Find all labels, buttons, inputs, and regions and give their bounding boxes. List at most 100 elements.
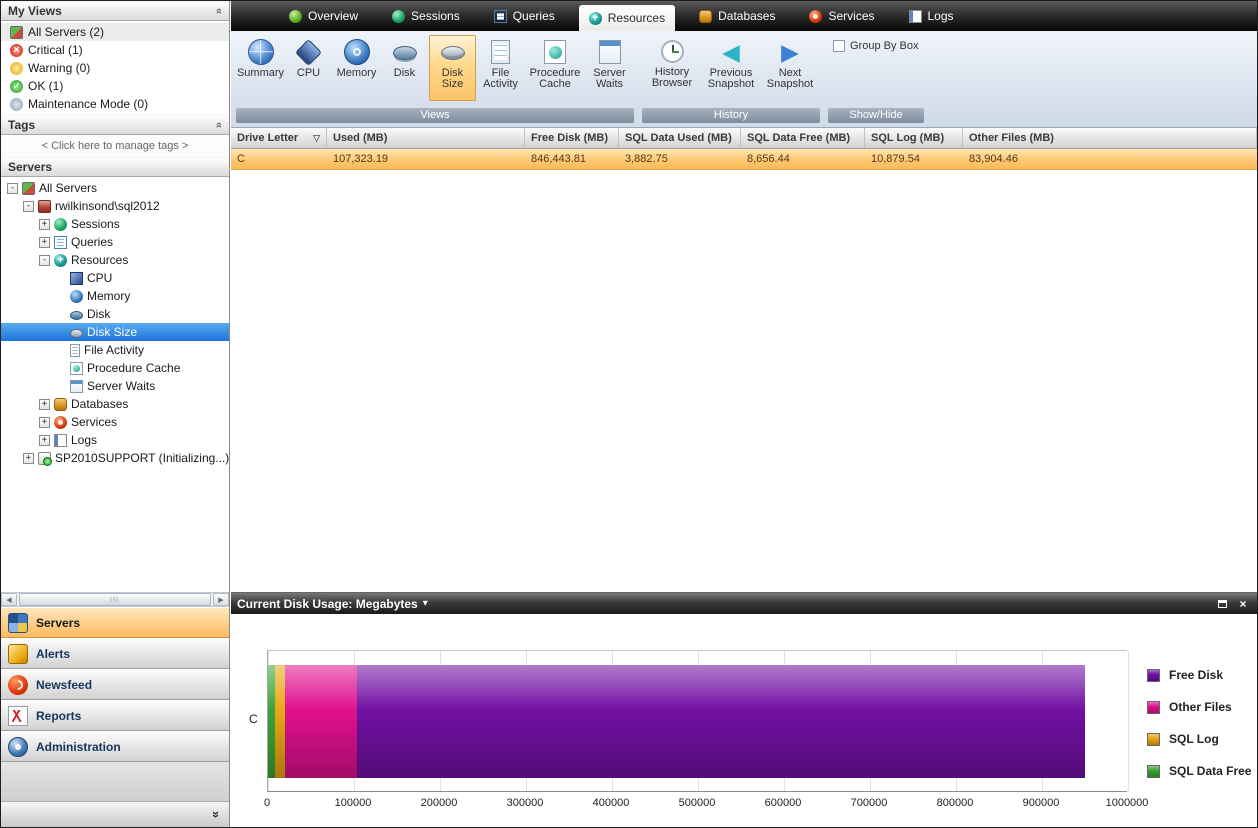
group-by-box-option[interactable]: Group By Box [833,40,918,52]
my-views-item-all-servers-2[interactable]: All Servers (2) [1,23,229,41]
sidebar-filler [1,762,229,802]
cpu-icon [295,39,322,66]
tab-label: Queries [513,9,555,23]
tab-resources[interactable]: Resources [579,5,675,31]
ribbon-button-summary[interactable]: Summary [237,35,284,101]
configure-buttons-icon[interactable]: » [209,811,224,818]
group-by-box-checkbox[interactable] [833,40,845,52]
tab-services[interactable]: Services [799,1,884,31]
tree-expander-icon[interactable]: + [39,417,50,428]
tree-expander-icon[interactable]: - [39,255,50,266]
tab-label: Resources [608,11,665,25]
tab-logs[interactable]: Logs [899,1,964,31]
nav-alerts[interactable]: Alerts [1,638,229,669]
collapse-chevron-icon[interactable]: » [213,8,225,14]
column-header-sql-log-mb[interactable]: SQL Log (MB) [865,128,963,148]
tree-item-memory[interactable]: Memory [1,287,229,305]
tree-item-file-activity[interactable]: File Activity [1,341,229,359]
sort-indicator-icon: ▽ [313,133,320,144]
tags-header[interactable]: Tags » [1,115,229,135]
tree-expander-icon[interactable]: - [7,183,18,194]
disk-size-icon [70,329,83,338]
queries-icon [494,10,507,23]
column-header-free-disk-mb[interactable]: Free Disk (MB) [525,128,619,148]
scroll-right-icon[interactable]: ▶ [213,593,229,606]
tree-item-logs[interactable]: +Logs [1,431,229,449]
tree-item-disk-size[interactable]: Disk Size [1,323,229,341]
x-axis-labels: 0100000200000300000400000500000600000700… [267,797,1172,811]
grid-header: Drive Letter▽Used (MB)Free Disk (MB)SQL … [231,128,1257,149]
tree-expander-icon[interactable]: + [39,237,50,248]
nav-newsfeed[interactable]: Newsfeed [1,669,229,700]
ribbon-button-next-snapshot[interactable]: Next Snapshot [761,35,819,101]
tree-item-queries[interactable]: +Queries [1,233,229,251]
tree-expander-icon[interactable]: + [39,435,50,446]
my-views-item-label: Critical (1) [28,43,83,57]
tree-expander-icon[interactable]: + [39,219,50,230]
tab-databases[interactable]: Databases [689,1,785,31]
servers-panel-header[interactable]: Servers [1,157,229,177]
ribbon-button-history-browser[interactable]: History Browser [643,35,701,101]
collapse-chevron-icon[interactable]: » [213,122,225,128]
tree-expander-icon[interactable]: + [39,399,50,410]
ribbon-button-cpu[interactable]: CPU [285,35,332,101]
tree-item-server-waits[interactable]: Server Waits [1,377,229,395]
tree-item-sp2010support-initializing[interactable]: +SP2010SUPPORT (Initializing...) [1,449,229,467]
administration-nav-icon [8,737,28,757]
ok-icon [10,80,23,93]
column-header-used-mb[interactable]: Used (MB) [327,128,525,148]
history-group-label: History [642,108,820,123]
tree-item-disk[interactable]: Disk [1,305,229,323]
tree-item-sessions[interactable]: +Sessions [1,215,229,233]
chart-title-dropdown-icon[interactable]: ▾ [423,598,428,609]
nav-reports[interactable]: Reports [1,700,229,731]
tree-item-cpu[interactable]: CPU [1,269,229,287]
server-tree: -All Servers-rwilkinsond\sql2012+Session… [1,177,229,592]
ribbon-button-server-waits[interactable]: Server Waits [586,35,633,101]
tab-sessions[interactable]: Sessions [382,1,470,31]
grid-cell: 10,879.54 [865,149,963,169]
manage-tags-link[interactable]: < Click here to manage tags > [1,135,229,157]
nav-administration[interactable]: Administration [1,731,229,762]
ribbon-button-previous-snapshot[interactable]: Previous Snapshot [702,35,760,101]
my-views-header[interactable]: My Views » [1,1,229,21]
legend-label: Free Disk [1169,668,1223,682]
tree-expander-icon[interactable]: - [23,201,34,212]
resources-icon [54,254,67,267]
column-header-other-files-mb[interactable]: Other Files (MB) [963,128,1257,148]
tree-item-resources[interactable]: -Resources [1,251,229,269]
my-views-item-ok-1[interactable]: OK (1) [1,77,229,95]
scrollbar-track[interactable] [18,593,212,606]
tree-item-rwilkinsond-sql2012[interactable]: -rwilkinsond\sql2012 [1,197,229,215]
column-header-sql-data-used-mb[interactable]: SQL Data Used (MB) [619,128,741,148]
scrollbar-thumb[interactable] [19,593,211,606]
nav-servers[interactable]: Servers [1,607,229,638]
ribbon-button-disk-size[interactable]: Disk Size [429,35,476,101]
ribbon-button-file-activity[interactable]: File Activity [477,35,524,101]
my-views-item-maintenance-mode-0[interactable]: Maintenance Mode (0) [1,95,229,113]
memory-icon [70,290,83,303]
tab-overview[interactable]: Overview [279,1,368,31]
ribbon-button-memory[interactable]: Memory [333,35,380,101]
ribbon-tabbar: Overview Sessions Queries Resources Database… [231,1,1257,31]
ribbon-button-procedure-cache[interactable]: Procedure Cache [525,35,585,101]
tree-item-services[interactable]: +Services [1,413,229,431]
tree-expander-icon[interactable]: + [23,453,34,464]
column-header-drive-letter[interactable]: Drive Letter▽ [231,128,327,148]
my-views-item-critical-1[interactable]: Critical (1) [1,41,229,59]
scroll-left-icon[interactable]: ◀ [1,593,17,606]
tab-queries[interactable]: Queries [484,1,565,31]
procedure-cache-icon [70,362,83,375]
my-views-item-warning-0[interactable]: Warning (0) [1,59,229,77]
grid-cell: 3,882.75 [619,149,741,169]
tree-item-databases[interactable]: +Databases [1,395,229,413]
tree-item-all-servers[interactable]: -All Servers [1,179,229,197]
server-waits-icon [599,40,621,64]
close-button[interactable]: × [1235,597,1251,611]
restore-button[interactable] [1214,597,1230,611]
ribbon-button-disk[interactable]: Disk [381,35,428,101]
grid-row[interactable]: C107,323.19846,443.813,882.758,656.4410,… [231,149,1257,170]
horizontal-scrollbar[interactable]: ◀ ▶ [1,592,229,607]
column-header-sql-data-free-mb[interactable]: SQL Data Free (MB) [741,128,865,148]
tree-item-procedure-cache[interactable]: Procedure Cache [1,359,229,377]
